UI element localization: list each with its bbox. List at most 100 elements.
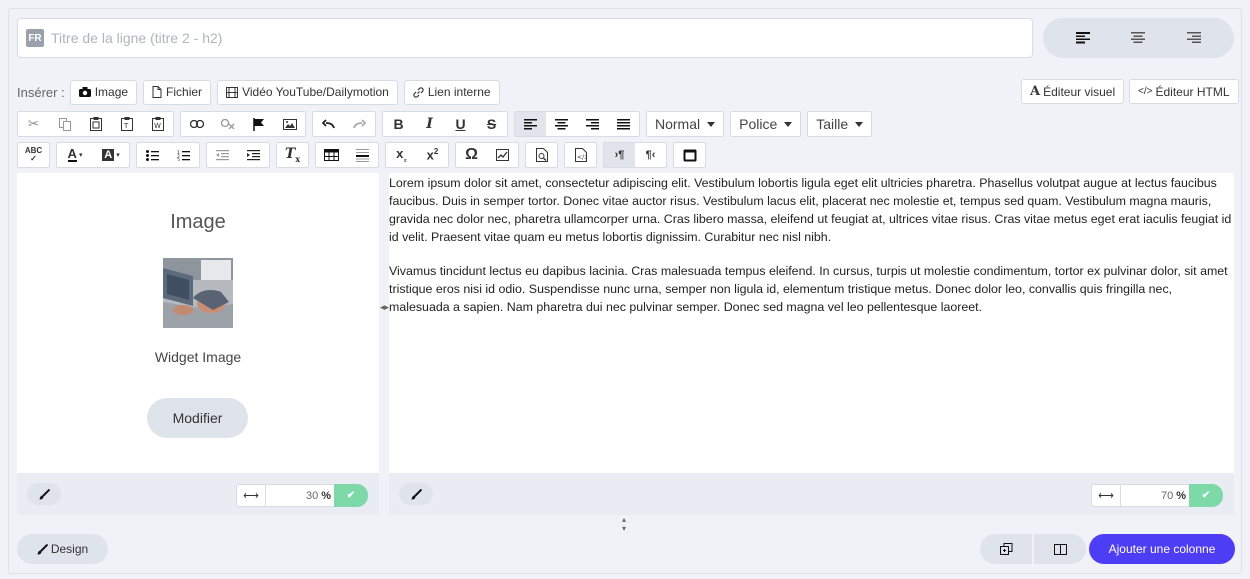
right-column-text-editor[interactable]: Lorem ipsum dolor sit amet, consectetur … (389, 173, 1234, 473)
insert-picture-button[interactable] (274, 112, 305, 136)
row-title-input[interactable] (51, 30, 1011, 46)
row-title-field[interactable]: FR (17, 18, 1033, 58)
format-dropdown[interactable]: Normal (646, 111, 725, 137)
insert-internal-link-button[interactable]: Lien interne (403, 79, 500, 105)
svg-text:W: W (154, 122, 161, 130)
svg-text:</>: </> (577, 154, 587, 161)
preview-button[interactable] (526, 143, 557, 167)
left-column-footer: ⟷ 30% ✔ (17, 473, 379, 515)
paste-button[interactable] (80, 112, 111, 136)
source-code-icon: </> (574, 148, 587, 162)
duplicate-row-button[interactable] (980, 534, 1032, 564)
paste-word-button[interactable]: W (142, 112, 173, 136)
paragraph: Lorem ipsum dolor sit amet, consectetur … (389, 176, 1232, 244)
html-editor-button[interactable]: </> Éditeur HTML (1129, 79, 1239, 104)
font-dropdown[interactable]: Police (730, 111, 802, 137)
right-column-width-confirm-button[interactable]: ✔ (1189, 484, 1223, 507)
bulleted-list-icon (146, 149, 159, 161)
outdent-icon (216, 149, 229, 160)
remove-format-button[interactable]: Tx (277, 143, 308, 167)
title-align-right-button[interactable] (1179, 23, 1209, 53)
columns-icon (1053, 543, 1067, 555)
insert-video-button[interactable]: Vidéo YouTube/Dailymotion (217, 79, 398, 105)
redo-button[interactable] (344, 112, 375, 136)
subscript-button[interactable]: x₂ (386, 143, 417, 167)
width-resize-button[interactable]: ⟷ (236, 484, 266, 507)
title-align-left-button[interactable] (1068, 23, 1098, 53)
copy-button[interactable] (49, 112, 80, 136)
direction-group: ›¶ ¶‹ (603, 142, 667, 168)
maximize-group (673, 142, 706, 168)
italic-icon: I (426, 116, 433, 132)
row-resize-handle[interactable]: ▴ ▾ (622, 515, 626, 533)
paste-text-button[interactable]: T (111, 112, 142, 136)
size-dropdown[interactable]: Taille (807, 111, 873, 137)
title-align-center-button[interactable] (1123, 23, 1153, 53)
left-column-width-input[interactable]: 30% (266, 484, 334, 507)
bold-button[interactable]: B (383, 112, 414, 136)
paragraph-align-group (514, 111, 640, 137)
file-icon (152, 86, 162, 98)
add-column-button[interactable]: Ajouter une colonne (1089, 534, 1235, 564)
text-color-button[interactable]: A ▾ (57, 143, 93, 167)
indent-group (206, 142, 270, 168)
insert-file-label: Fichier (166, 85, 203, 99)
superscript-button[interactable]: x2 (417, 143, 448, 167)
list-group: 123 (136, 142, 200, 168)
ltr-button[interactable]: ›¶ (604, 143, 635, 167)
italic-button[interactable]: I (414, 112, 445, 136)
chart-button[interactable] (487, 143, 518, 167)
rtl-button[interactable]: ¶‹ (635, 143, 666, 167)
align-center-button[interactable] (546, 112, 577, 136)
underline-button[interactable]: U (445, 112, 476, 136)
undo-button[interactable] (313, 112, 344, 136)
spellcheck-icon: ABC ✓ (24, 146, 43, 163)
right-column-footer: ⟷ 70% ✔ (389, 473, 1234, 515)
width-resize-button[interactable]: ⟷ (1091, 484, 1121, 507)
link-group (180, 111, 306, 137)
insert-table-button[interactable] (316, 143, 347, 167)
indent-button[interactable] (238, 143, 269, 167)
html-editor-label: Éditeur HTML (1155, 84, 1230, 99)
insert-label: Insérer : (17, 84, 65, 100)
insert-link-button[interactable] (181, 112, 212, 136)
widget-thumbnail-image (163, 258, 233, 328)
source-code-button[interactable]: </> (565, 143, 596, 167)
strikethrough-button[interactable]: S (476, 112, 507, 136)
right-column-style-button[interactable] (399, 483, 433, 505)
outdent-button[interactable] (207, 143, 238, 167)
left-column-style-button[interactable] (27, 483, 61, 505)
design-button[interactable]: Design (17, 534, 108, 564)
insert-image-button[interactable]: Image (69, 79, 138, 105)
left-column-width-confirm-button[interactable]: ✔ (334, 484, 368, 507)
insert-internal-link-label: Lien interne (427, 85, 491, 99)
horizontal-rule-button[interactable] (347, 143, 378, 167)
unlink-button[interactable] (212, 112, 243, 136)
cut-button[interactable]: ✂ (18, 112, 49, 136)
picture-icon (282, 118, 297, 130)
modify-widget-button[interactable]: Modifier (147, 398, 248, 438)
preview-icon (535, 148, 548, 162)
superscript-icon: x2 (426, 147, 439, 163)
column-divider-handle[interactable]: ◂▸ (380, 302, 389, 313)
special-char-button[interactable]: Ω (456, 143, 487, 167)
title-alignment-group (1043, 18, 1234, 58)
spellcheck-button[interactable]: ABC ✓ (18, 143, 49, 167)
rtl-icon: ¶‹ (645, 149, 656, 161)
maximize-button[interactable] (674, 143, 705, 167)
align-justify-button[interactable] (608, 112, 639, 136)
numbered-list-button[interactable]: 123 (168, 143, 199, 167)
paragraph: Vivamus tincidunt lectus eu dapibus laci… (389, 264, 1228, 314)
insert-file-button[interactable]: Fichier (143, 79, 212, 105)
align-right-icon (1187, 32, 1202, 43)
right-column-width-control: ⟷ 70% ✔ (1091, 484, 1223, 507)
anchor-button[interactable] (243, 112, 274, 136)
bulleted-list-button[interactable] (137, 143, 168, 167)
align-right-button[interactable] (577, 112, 608, 136)
align-left-button[interactable] (515, 112, 546, 136)
columns-layout-button[interactable] (1034, 534, 1086, 564)
background-color-button[interactable]: A ▾ (93, 143, 129, 167)
visual-editor-button[interactable]: A Éditeur visuel (1021, 79, 1125, 104)
text-style-group: B I U S (382, 111, 508, 137)
right-column-width-input[interactable]: 70% (1121, 484, 1189, 507)
